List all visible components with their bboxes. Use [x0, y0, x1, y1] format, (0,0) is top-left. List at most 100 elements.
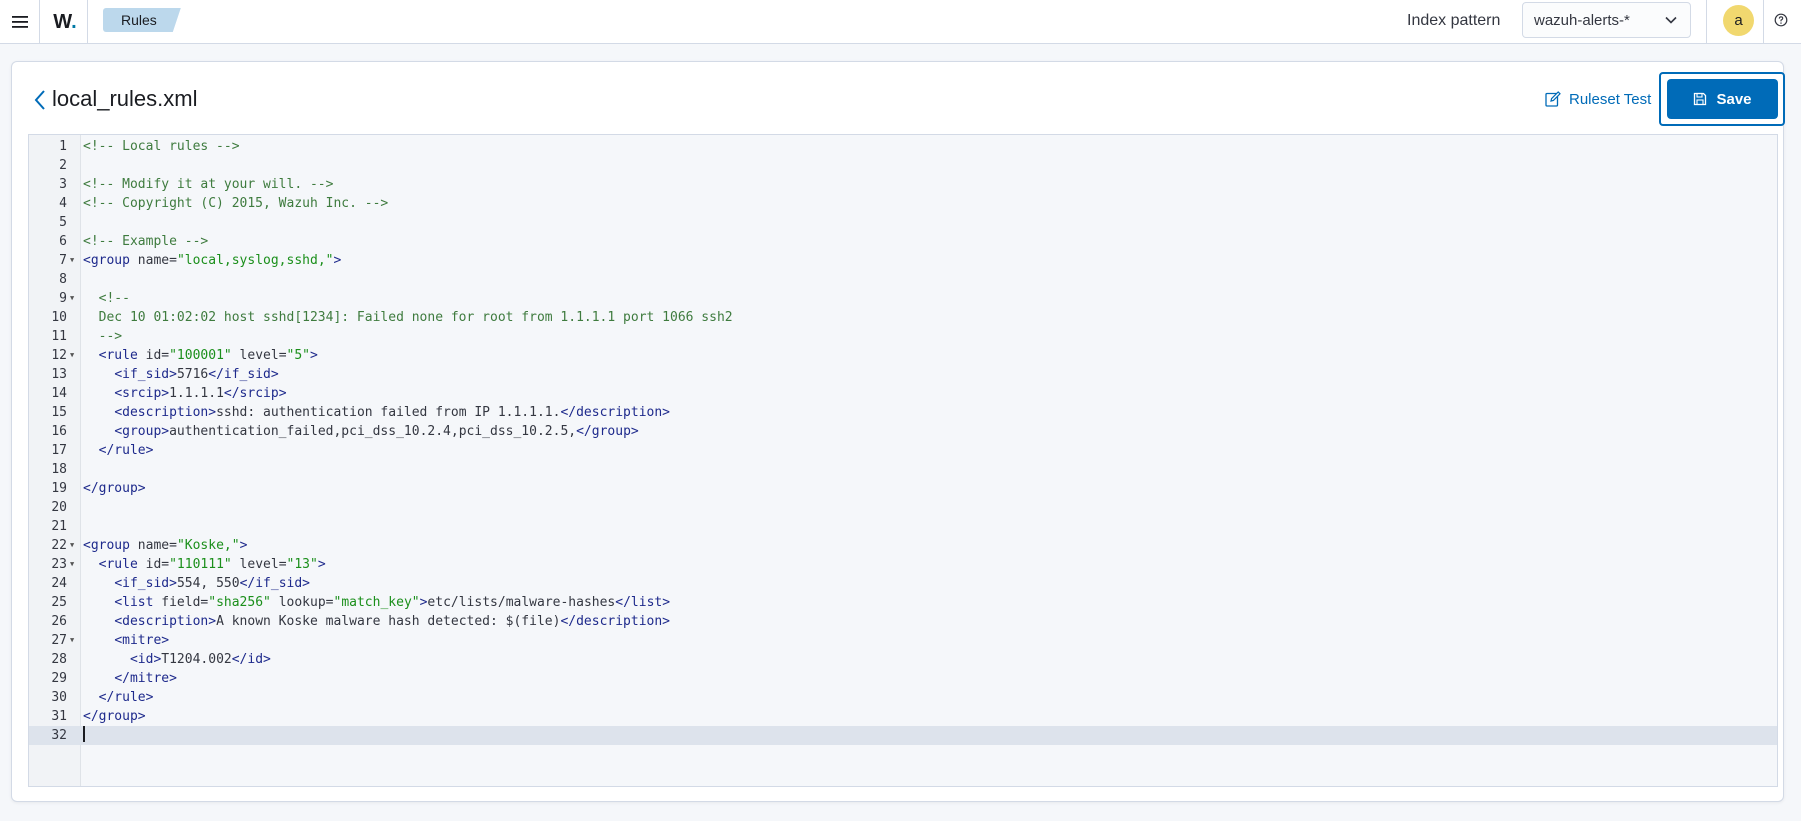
line-number: 23	[51, 557, 67, 572]
line-number: 13	[51, 367, 67, 382]
code-token: "13"	[286, 557, 318, 572]
code-token: "110111"	[169, 557, 232, 572]
line-code: <!-- Modify it at your will. -->	[83, 175, 333, 194]
line-number: 12	[51, 348, 67, 363]
wazuh-logo[interactable]: W.	[42, 0, 88, 44]
menu-toggle-button[interactable]	[0, 0, 40, 44]
index-pattern-select[interactable]: wazuh-alerts-*	[1522, 2, 1691, 38]
code-token: >	[310, 348, 318, 363]
fold-arrow-icon[interactable]: ▼	[70, 251, 74, 270]
line-number: 15	[51, 405, 67, 420]
line-number: 20	[51, 500, 67, 515]
code-token: </group>	[576, 424, 639, 439]
line-code: <rule id="100001" level="5">	[83, 346, 318, 365]
code-token: <!-- Local rules -->	[83, 139, 240, 154]
code-line[interactable]: 23 ▼ <rule id="110111" level="13">	[29, 555, 1777, 574]
back-arrow-icon[interactable]	[33, 89, 47, 111]
code-token: name=	[129, 253, 177, 268]
code-line[interactable]: 13 <if_sid>5716</if_sid>	[29, 365, 1777, 384]
code-line[interactable]: 4 <!-- Copyright (C) 2015, Wazuh Inc. -->	[29, 194, 1777, 213]
hamburger-icon	[11, 16, 28, 28]
code-token: </rule>	[98, 443, 154, 458]
line-number: 9	[59, 291, 67, 306]
line-code: <group>authentication_failed,pci_dss_10.…	[83, 422, 639, 441]
code-line[interactable]: 22 ▼ <group name="Koske,">	[29, 536, 1777, 555]
code-line[interactable]: 10 Dec 10 01:02:02 host sshd[1234]: Fail…	[29, 308, 1777, 327]
code-line[interactable]: 28 <id>T1204.002</id>	[29, 650, 1777, 669]
line-number: 31	[51, 709, 67, 724]
line-number: 2	[59, 158, 67, 173]
line-code: </mitre>	[83, 669, 177, 688]
code-token: >	[333, 253, 342, 268]
code-line[interactable]: 17 </rule>	[29, 441, 1777, 460]
line-code: <description>A known Koske malware hash …	[83, 612, 670, 631]
header-divider	[1706, 0, 1707, 44]
code-line[interactable]: 3 <!-- Modify it at your will. -->	[29, 175, 1777, 194]
line-code: <group name="local,syslog,sshd,">	[83, 251, 341, 270]
code-line[interactable]: 12 ▼ <rule id="100001" level="5">	[29, 346, 1777, 365]
code-token: "match_key"	[333, 595, 420, 610]
code-line[interactable]: 32	[29, 726, 1777, 745]
breadcrumb-rules[interactable]: Rules	[103, 8, 181, 32]
save-icon	[1694, 92, 1707, 106]
code-token: sshd: authentication failed from IP 1.1.…	[216, 405, 561, 420]
help-icon[interactable]	[1774, 13, 1788, 27]
code-line[interactable]: 16 <group>authentication_failed,pci_dss_…	[29, 422, 1777, 441]
line-code	[83, 726, 85, 745]
code-line[interactable]: 25 <list field="sha256" lookup="match_ke…	[29, 593, 1777, 612]
code-token: <description>	[114, 614, 217, 629]
line-number: 14	[51, 386, 67, 401]
code-token: </rule>	[98, 690, 154, 705]
code-line[interactable]: 11 -->	[29, 327, 1777, 346]
line-code: <!--	[83, 289, 130, 308]
code-token: id=	[137, 557, 170, 572]
code-line[interactable]: 2	[29, 156, 1777, 175]
code-line[interactable]: 6 <!-- Example -->	[29, 232, 1777, 251]
code-line[interactable]: 26 <description>A known Koske malware ha…	[29, 612, 1777, 631]
code-token: <group	[83, 538, 130, 553]
code-token: <description>	[114, 405, 217, 420]
code-line[interactable]: 7 ▼ <group name="local,syslog,sshd,">	[29, 251, 1777, 270]
code-line[interactable]: 29 </mitre>	[29, 669, 1777, 688]
code-line[interactable]: 21	[29, 517, 1777, 536]
line-number: 5	[59, 215, 67, 230]
code-line[interactable]: 1 <!-- Local rules -->	[29, 137, 1777, 156]
code-line[interactable]: 9 ▼ <!--	[29, 289, 1777, 308]
fold-arrow-icon[interactable]: ▼	[70, 536, 74, 555]
code-line[interactable]: 31 </group>	[29, 707, 1777, 726]
code-line[interactable]: 19 </group>	[29, 479, 1777, 498]
fold-arrow-icon[interactable]: ▼	[70, 289, 74, 308]
code-line[interactable]: 18	[29, 460, 1777, 479]
code-line[interactable]: 15 <description>sshd: authentication fai…	[29, 403, 1777, 422]
fold-arrow-icon[interactable]: ▼	[70, 631, 74, 650]
line-number: 21	[51, 519, 67, 534]
fold-arrow-icon[interactable]: ▼	[70, 346, 74, 365]
code-line[interactable]: 20	[29, 498, 1777, 517]
xml-code-editor[interactable]: 1 <!-- Local rules --> 2 3 <!-- Modify it at…	[28, 134, 1778, 787]
save-label: Save	[1716, 90, 1752, 108]
line-number: 6	[59, 234, 67, 249]
code-line[interactable]: 5	[29, 213, 1777, 232]
save-button[interactable]: Save	[1667, 79, 1778, 119]
code-line[interactable]: 24 <if_sid>554, 550</if_sid>	[29, 574, 1777, 593]
code-line[interactable]: 30 </rule>	[29, 688, 1777, 707]
code-token: field=	[153, 595, 209, 610]
line-number: 22	[51, 538, 67, 553]
code-token: "sha256"	[208, 595, 271, 610]
code-line[interactable]: 14 <srcip>1.1.1.1</srcip>	[29, 384, 1777, 403]
code-token: "local,syslog,sshd,"	[176, 253, 334, 268]
code-token: "100001"	[169, 348, 232, 363]
line-number: 1	[59, 139, 67, 154]
ruleset-test-button[interactable]: Ruleset Test	[1545, 87, 1651, 111]
line-code: Dec 10 01:02:02 host sshd[1234]: Failed …	[83, 308, 733, 327]
code-line[interactable]: 8	[29, 270, 1777, 289]
avatar[interactable]: a	[1723, 5, 1754, 36]
fold-arrow-icon[interactable]: ▼	[70, 555, 74, 574]
code-line[interactable]: 27 ▼ <mitre>	[29, 631, 1777, 650]
code-token: <rule	[98, 557, 138, 572]
